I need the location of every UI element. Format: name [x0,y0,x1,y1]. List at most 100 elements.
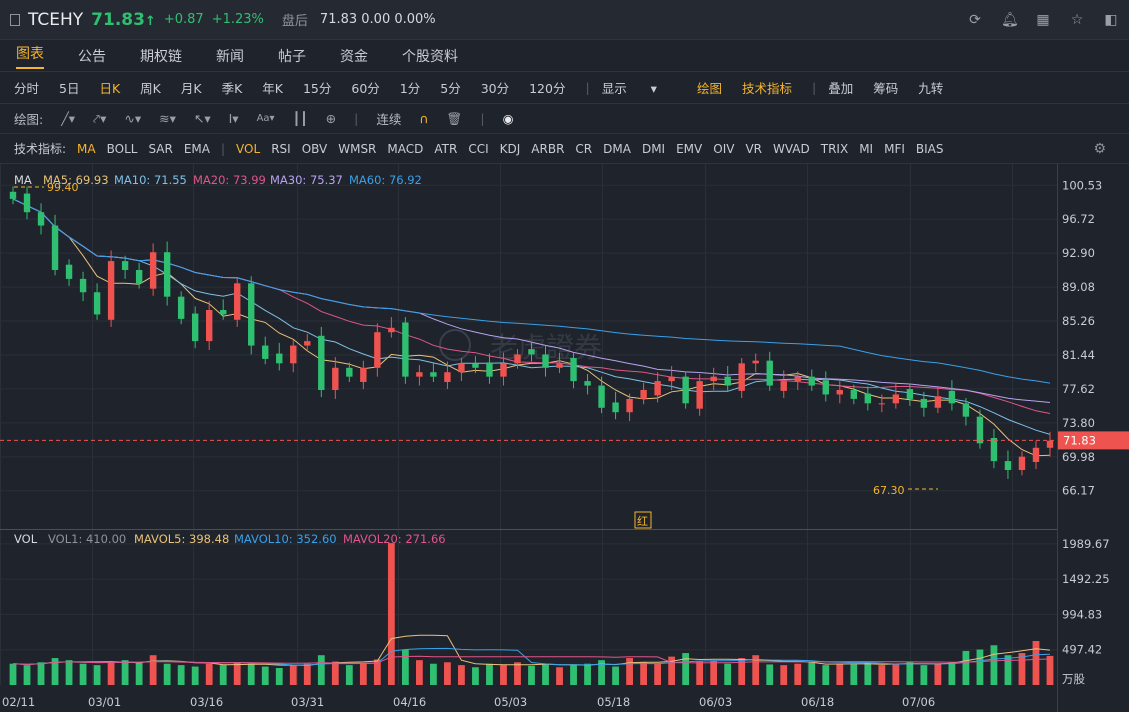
divider: | [354,111,359,126]
indicator-oiv[interactable]: OIV [713,142,734,156]
period-intraday[interactable]: 分时 [14,78,39,97]
cursor-tool-icon[interactable]: Ⅰ▾ [229,111,239,126]
draw-label: 绘图: [14,112,44,127]
indicator-vr[interactable]: VR [745,142,762,156]
indicator-emv[interactable]: EMV [676,142,702,156]
overlay-button[interactable]: 叠加 [828,78,853,97]
indicator-vol[interactable]: VOL [236,142,260,156]
tab-options-chain[interactable]: 期权链 [140,46,182,66]
date-tick-label: 02/11 [2,695,35,709]
grid-icon[interactable]: ▦ [1035,12,1051,28]
zoom-icon[interactable]: ⊕ [326,111,336,126]
indicator-obv[interactable]: OBV [302,142,328,156]
draw-toggle[interactable]: 绘图 [697,78,722,97]
star-icon[interactable]: ☆ [1069,12,1085,28]
indicator-mfi[interactable]: MFI [884,142,905,156]
candle-body [248,283,255,346]
indicator-trix[interactable]: TRIX [821,142,848,156]
trash-icon[interactable]: 🗑︎ [447,111,463,127]
chart-grid [0,164,1129,712]
indicator-ma[interactable]: MA [77,142,96,156]
magnet-icon[interactable]: ∩ [419,111,428,126]
arrow-tool-icon[interactable]: ↖▾ [194,111,211,126]
date-tick-label: 03/31 [291,695,324,709]
period-yearly[interactable]: 年K [262,78,283,97]
volume-bar [303,663,311,685]
indicator-bias[interactable]: BIAS [916,142,944,156]
panel-toggle-icon[interactable] [10,13,20,26]
indicator-arbr[interactable]: ARBR [531,142,564,156]
period-monthly[interactable]: 月K [181,78,202,97]
volume-tick-label: 994.83 [1062,607,1102,621]
continuous-toggle[interactable]: 连续 [376,109,401,128]
indicator-cci[interactable]: CCI [468,142,488,156]
tab-news[interactable]: 新闻 [216,46,244,66]
bell-icon[interactable]: 🔔︎ [1001,12,1019,28]
volume-bar [458,665,465,685]
eye-icon[interactable]: ◉ [503,111,514,126]
indicator-ema[interactable]: EMA [184,142,210,156]
price-change-percent: +1.23% [211,12,264,27]
tab-chart[interactable]: 图表 [16,43,44,69]
period-quarterly[interactable]: 季K [222,78,243,97]
candlestick-chart[interactable]: 老虎證券 100.5396.7292.9089.0885.2681.4477.6… [0,164,1129,712]
candle-body [850,390,858,399]
nine-turn-button[interactable]: 九转 [918,78,943,97]
period-5min[interactable]: 5分 [440,78,460,97]
volume-bar [79,663,87,685]
indicator-cr[interactable]: CR [575,142,592,156]
volume-bar [93,665,101,685]
tab-fund-flow[interactable]: 资金 [340,46,368,66]
indicator-atr[interactable]: ATR [434,142,457,156]
tab-profile[interactable]: 个股资料 [402,46,458,66]
tab-posts[interactable]: 帖子 [278,46,306,66]
sidebar-icon[interactable]: ◧ [1103,12,1119,28]
period-30min[interactable]: 30分 [481,78,509,97]
volume-bar [696,661,704,685]
measure-tool-icon[interactable]: ┃┃ [293,111,308,126]
period-15min[interactable]: 15分 [303,78,331,97]
text-tool-icon[interactable]: Aa▾ [257,113,275,124]
indicator-mi[interactable]: MI [859,142,873,156]
volume-bar [1004,655,1012,685]
settings-gear-icon[interactable]: ⚙ [1093,141,1106,157]
indicator-boll[interactable]: BOLL [107,142,138,156]
indicator-kdj[interactable]: KDJ [500,142,521,156]
volume-bar [149,655,157,685]
line-tool-icon[interactable]: ╱▾ [61,111,75,126]
period-weekly[interactable]: 周K [140,78,161,97]
candle-body [780,381,787,391]
display-dropdown[interactable]: 显示 ▾ [602,78,677,97]
indicator-dma[interactable]: DMA [603,142,631,156]
wave-tool-icon[interactable]: ∿▾ [124,111,141,126]
ma10-legend: MA10: 71.55 [114,173,187,187]
indicator-macd[interactable]: MACD [387,142,423,156]
period-5day[interactable]: 5日 [59,78,79,97]
volume-bar [724,663,732,685]
ray-tool-icon[interactable]: ⤤▾ [93,111,106,127]
candle-body [107,261,115,320]
period-daily[interactable]: 日K [99,78,120,97]
period-60min[interactable]: 60分 [351,78,379,97]
chips-button[interactable]: 筹码 [873,78,898,97]
indicators-toggle[interactable]: 技术指标 [742,78,792,97]
period-120min[interactable]: 120分 [529,78,565,97]
indicator-sar[interactable]: SAR [148,142,172,156]
indicator-rsi[interactable]: RSI [271,142,291,156]
period-1min[interactable]: 1分 [400,78,420,97]
fibonacci-tool-icon[interactable]: ≋▾ [159,111,176,126]
candle-body [626,398,633,413]
indicator-wmsr[interactable]: WMSR [338,142,376,156]
candle-body [696,381,703,409]
refresh-icon[interactable]: ⟳ [967,12,983,28]
indicator-wvad[interactable]: WVAD [773,142,810,156]
candle-body [374,332,381,368]
draw-toolbar: 绘图: ╱▾ ⤤▾ ∿▾ ≋▾ ↖▾ Ⅰ▾ Aa▾ ┃┃ ⊕ | 连续 ∩ 🗑︎… [0,104,1129,134]
volume-bar [906,661,914,685]
volume-bar [920,665,928,685]
candle-body [794,376,801,382]
indicator-dmi[interactable]: DMI [642,142,665,156]
candle-body [682,376,689,404]
volume-bar [247,663,255,685]
tab-announcements[interactable]: 公告 [78,46,106,66]
